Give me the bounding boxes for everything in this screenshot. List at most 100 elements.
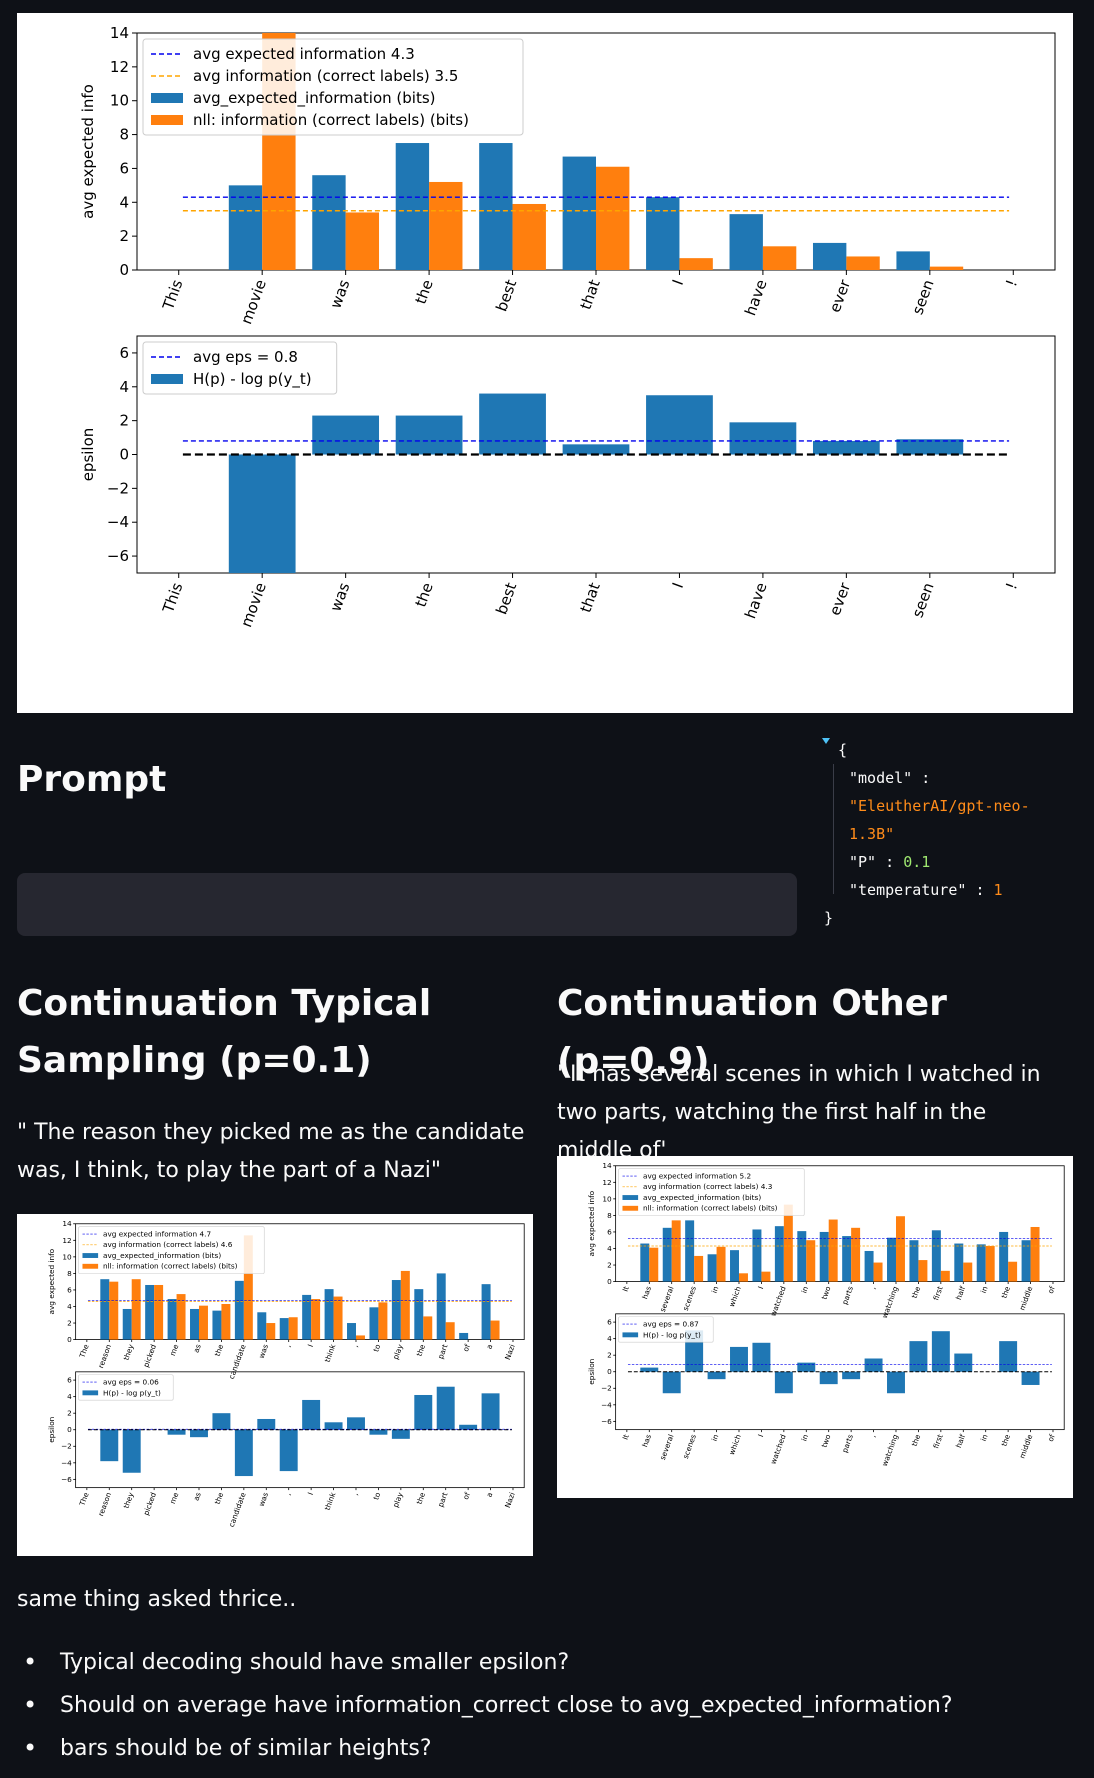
bar-blue xyxy=(646,395,713,455)
bar-blue xyxy=(212,1413,231,1430)
bar-orange xyxy=(198,1305,208,1340)
x-tick-label: several xyxy=(658,1285,676,1313)
x-tick-label: first xyxy=(931,1285,944,1302)
x-tick-label: in xyxy=(979,1433,990,1443)
y-axis-label: avg expected info xyxy=(587,1190,596,1256)
y-tick-label: 12 xyxy=(110,58,129,76)
legend-entry-label: avg eps = 0.8 xyxy=(193,348,298,366)
other-chart-image: 0 2 4 6 8 10 12 14 avg expected info It has several… xyxy=(557,1156,1073,1498)
legend-bar-swatch xyxy=(82,1263,99,1269)
y-tick-label: −2 xyxy=(61,1442,72,1451)
bar-orange xyxy=(679,258,713,270)
x-tick-label: middle xyxy=(1017,1433,1034,1460)
bar-blue xyxy=(562,444,630,455)
x-tick-label: , xyxy=(868,1433,877,1438)
other-chart-svg: 0 2 4 6 8 10 12 14 avg expected info It has several… xyxy=(587,1161,1065,1467)
y-tick-label: −6 xyxy=(107,547,129,565)
collapse-icon[interactable] xyxy=(822,738,830,744)
bar-blue xyxy=(685,1220,695,1282)
x-tick-label: which xyxy=(727,1285,743,1308)
bar-blue xyxy=(228,454,296,573)
y-tick-label: −6 xyxy=(61,1475,72,1484)
bar-blue xyxy=(812,242,847,270)
x-tick-label: in xyxy=(799,1433,810,1443)
x-tick-label: This xyxy=(159,277,187,313)
bar-orange xyxy=(1030,1226,1040,1282)
bar-orange xyxy=(694,1255,704,1282)
bar-blue xyxy=(347,1417,365,1430)
bar-orange xyxy=(761,1271,771,1282)
bar-orange xyxy=(400,1270,410,1340)
y-tick-label: 0 xyxy=(119,446,129,464)
bar-blue xyxy=(257,1312,267,1340)
x-tick-label: the xyxy=(415,1343,428,1358)
bar-blue xyxy=(234,1429,253,1477)
y-tick-label: 4 xyxy=(607,1334,612,1343)
bar-blue xyxy=(479,393,546,455)
legend-entry-label: avg eps = 0.06 xyxy=(103,1378,159,1387)
x-tick-label: that xyxy=(576,580,603,615)
bar-orange xyxy=(596,166,630,270)
bar-blue xyxy=(909,1240,919,1282)
x-tick-label: parts xyxy=(840,1433,855,1454)
bar-blue xyxy=(896,251,930,270)
x-tick-label: as xyxy=(192,1491,203,1502)
legend-bar-swatch xyxy=(82,1390,99,1396)
bar-orange xyxy=(738,1273,748,1282)
typical-chart-svg: 0 2 4 6 8 10 12 14 avg expected info The reason the… xyxy=(47,1219,525,1528)
x-tick-label: It xyxy=(621,1433,631,1441)
bar-orange xyxy=(131,1279,141,1340)
bar-orange xyxy=(985,1246,995,1282)
bar-blue xyxy=(842,1371,861,1380)
bar-orange xyxy=(311,1299,321,1340)
x-tick-label: Nazi xyxy=(503,1491,517,1509)
y-tick-label: 0 xyxy=(607,1277,612,1286)
x-tick-label: has xyxy=(640,1285,653,1300)
x-tick-label: in xyxy=(979,1285,990,1295)
bar-blue xyxy=(436,1386,455,1430)
bar-blue xyxy=(145,1284,155,1340)
bar-blue xyxy=(395,143,430,270)
x-tick-label: play xyxy=(391,1342,405,1360)
x-tick-label: movie xyxy=(237,580,270,629)
typical-chart-image: 0 2 4 6 8 10 12 14 avg expected info The reason the… xyxy=(17,1214,533,1556)
bar-orange xyxy=(929,266,964,270)
json-key-model: "model" xyxy=(849,769,913,787)
legend-bar-swatch xyxy=(151,93,183,103)
x-tick-label: best xyxy=(492,580,520,617)
bar-orange xyxy=(762,246,797,270)
y-tick-label: 6 xyxy=(607,1318,612,1327)
other-continuation-text: ' It has several scenes in which I watch… xyxy=(557,1062,1041,1163)
bar-orange xyxy=(490,1320,500,1340)
x-tick-label: reason xyxy=(96,1491,113,1518)
x-tick-label: candidate xyxy=(227,1343,248,1381)
bar-blue xyxy=(707,1371,726,1380)
bar-blue xyxy=(662,1371,681,1394)
x-tick-label: Nazi xyxy=(503,1343,517,1361)
y-tick-label: 2 xyxy=(67,1409,72,1418)
x-tick-label: the xyxy=(999,1433,1012,1448)
main-chart-svg: 0 2 4 6 8 10 12 14 avg expected info This movie was… xyxy=(79,24,1056,630)
x-tick-label: the xyxy=(910,1433,923,1448)
x-tick-label: I xyxy=(756,1433,765,1438)
y-tick-label: 8 xyxy=(607,1211,612,1220)
y-tick-label: 4 xyxy=(119,193,129,211)
bar-orange xyxy=(806,1240,816,1282)
legend-entry-label: nll: information (correct labels) (bits) xyxy=(193,111,469,129)
bar-blue xyxy=(190,1429,208,1438)
bar-blue xyxy=(369,1307,379,1340)
y-axis-label: epsilon xyxy=(79,428,97,482)
bar-blue xyxy=(730,1250,739,1282)
x-tick-label: middle xyxy=(1017,1285,1034,1312)
y-tick-label: 4 xyxy=(67,1302,72,1311)
legend-entry-label: H(p) - log p(y_t) xyxy=(103,1388,161,1397)
typical-heading-line1: Continuation Typical xyxy=(17,983,432,1024)
prompt-input[interactable] xyxy=(17,873,797,936)
typical-heading-line2: Sampling (p=0.1) xyxy=(17,1040,372,1081)
bar-blue xyxy=(279,1318,289,1340)
bar-blue xyxy=(1021,1240,1031,1282)
bar-blue xyxy=(954,1243,964,1282)
x-tick-label: play xyxy=(391,1490,405,1508)
legend-entry-label: H(p) - log p(y_t) xyxy=(193,370,312,389)
legend-bar-swatch xyxy=(151,374,183,384)
